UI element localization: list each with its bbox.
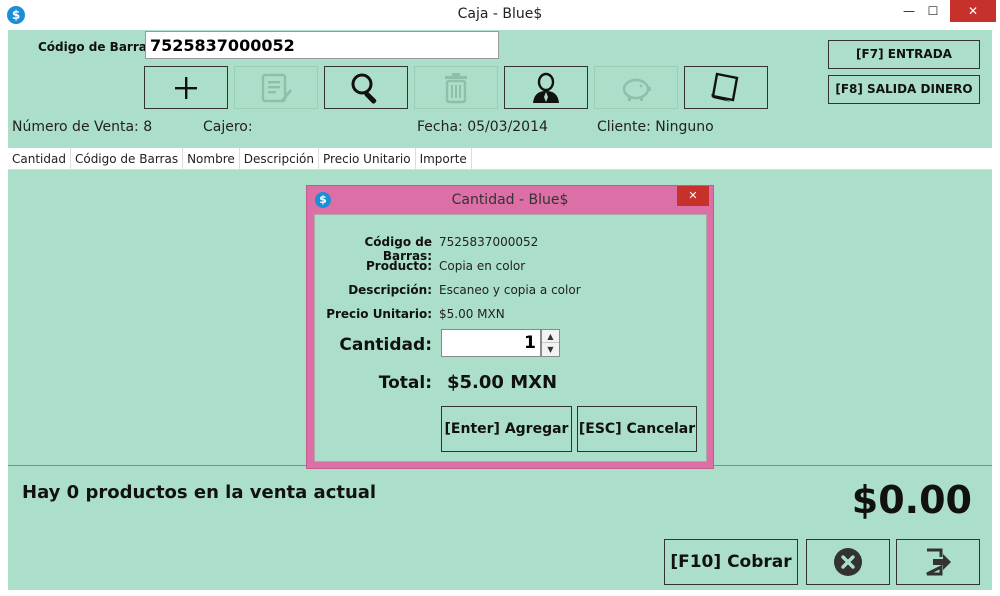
sale-number: Número de Venta: 8 bbox=[12, 119, 153, 135]
stepper-down-icon[interactable]: ▼ bbox=[542, 343, 559, 356]
add-to-sale-button[interactable]: [Enter] Agregar bbox=[441, 406, 572, 452]
column-name[interactable]: Nombre bbox=[183, 148, 240, 169]
cashier-label: Cajero: bbox=[203, 119, 253, 135]
barcode-label: Código de Barras: bbox=[38, 40, 159, 54]
quantity-label: Cantidad: bbox=[339, 335, 432, 355]
select-client-button[interactable] bbox=[504, 66, 588, 109]
column-barcode[interactable]: Código de Barras bbox=[71, 148, 184, 169]
search-product-button[interactable] bbox=[324, 66, 408, 109]
items-count-text: Hay 0 productos en la venta actual bbox=[22, 482, 377, 503]
dialog-cancel-button[interactable]: [ESC] Cancelar bbox=[577, 406, 697, 452]
column-unit-price[interactable]: Precio Unitario bbox=[319, 148, 416, 169]
dialog-description-label: Descripción: bbox=[348, 283, 432, 297]
window-title: Caja - Blue$ bbox=[457, 6, 543, 22]
close-window-button[interactable]: ✕ bbox=[950, 0, 996, 22]
delete-item-button[interactable] bbox=[414, 66, 498, 109]
add-product-button[interactable] bbox=[144, 66, 228, 109]
user-icon bbox=[533, 72, 559, 103]
column-quantity[interactable]: Cantidad bbox=[8, 148, 71, 169]
savings-button[interactable] bbox=[594, 66, 678, 109]
client-label: Cliente: Ninguno bbox=[597, 119, 714, 135]
column-description[interactable]: Descripción bbox=[240, 148, 320, 169]
quantity-input[interactable] bbox=[441, 329, 541, 357]
edit-item-button[interactable] bbox=[234, 66, 318, 109]
minimize-button[interactable]: — bbox=[898, 0, 920, 22]
dialog-close-button[interactable]: ✕ bbox=[677, 186, 709, 206]
document-icon bbox=[711, 72, 739, 102]
column-amount[interactable]: Importe bbox=[416, 148, 472, 169]
charge-button[interactable]: [F10] Cobrar bbox=[664, 539, 798, 585]
maximize-button[interactable]: ☐ bbox=[922, 0, 944, 22]
title-bar: $ Caja - Blue$ — ☐ ✕ bbox=[0, 0, 1000, 30]
cash-in-button[interactable]: [F7] ENTRADA DINERO bbox=[828, 40, 980, 88]
cancel-sale-button[interactable] bbox=[806, 539, 890, 585]
quantity-dialog: $ Cantidad - Blue$ ✕ Código de Barras: 7… bbox=[306, 185, 714, 469]
quantity-stepper[interactable]: ▲ ▼ bbox=[541, 329, 560, 357]
cash-out-button[interactable]: [F8] SALIDA DINERO bbox=[828, 75, 980, 104]
dialog-price-label: Precio Unitario: bbox=[326, 307, 432, 321]
stepper-up-icon[interactable]: ▲ bbox=[542, 330, 559, 343]
dialog-product-label: Producto: bbox=[366, 259, 432, 273]
sale-date: Fecha: 05/03/2014 bbox=[417, 119, 548, 135]
plus-icon bbox=[175, 76, 197, 99]
dialog-title: Cantidad - Blue$ bbox=[451, 192, 569, 208]
search-icon bbox=[351, 73, 377, 104]
dialog-total-label: Total: bbox=[378, 373, 432, 393]
dialog-product-value: Copia en color bbox=[439, 259, 526, 273]
barcode-input[interactable] bbox=[145, 31, 499, 59]
cancel-circle-icon bbox=[834, 548, 862, 576]
dialog-total-value: $5.00 MXN bbox=[447, 372, 558, 393]
piggy-bank-icon bbox=[622, 78, 651, 101]
exit-icon bbox=[926, 548, 951, 576]
reports-button[interactable] bbox=[684, 66, 768, 109]
dialog-description-value: Escaneo y copia a color bbox=[439, 283, 581, 297]
dialog-barcode-value: 7525837000052 bbox=[439, 235, 539, 249]
exit-button[interactable] bbox=[896, 539, 980, 585]
dialog-body: Código de Barras: 7525837000052 Producto… bbox=[314, 214, 707, 462]
table-header: Cantidad Código de Barras Nombre Descrip… bbox=[8, 148, 992, 170]
dialog-price-value: $5.00 MXN bbox=[439, 307, 505, 321]
sale-total: $0.00 bbox=[851, 478, 972, 522]
edit-list-icon bbox=[261, 73, 292, 102]
trash-icon bbox=[445, 72, 467, 103]
